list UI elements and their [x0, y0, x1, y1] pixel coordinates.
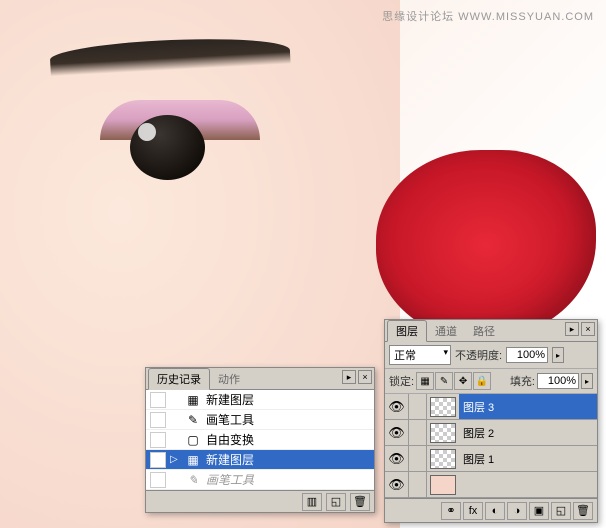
history-checkbox[interactable]	[150, 432, 166, 448]
new-layer-icon[interactable]: ◱	[551, 502, 571, 520]
link-column[interactable]	[409, 394, 427, 420]
new-snapshot-icon[interactable]: ◱	[326, 493, 346, 511]
tab-paths[interactable]: 路径	[465, 321, 503, 341]
history-label: 自由变换	[206, 431, 254, 448]
lock-all-icon[interactable]: 🔒	[473, 372, 491, 390]
layer-group-icon[interactable]: ▣	[529, 502, 549, 520]
layer-name[interactable]: 图层 2	[459, 420, 597, 445]
snapshot-icon[interactable]: ▥	[302, 493, 322, 511]
link-column[interactable]	[409, 472, 427, 498]
iris	[130, 115, 205, 180]
watermark-text: 思缘设计论坛 WWW.MISSYUAN.COM	[382, 8, 594, 24]
opacity-flyout-icon[interactable]: ▸	[552, 347, 564, 363]
layer-thumbnail[interactable]	[430, 397, 456, 417]
history-item[interactable]: ✎ 画笔工具	[146, 410, 374, 430]
fill-input[interactable]: 100%	[537, 373, 579, 389]
layers-tabs: 图层 通道 路径 ▸ ×	[385, 320, 597, 342]
history-label: 新建图层	[206, 451, 254, 468]
opacity-input[interactable]: 100%	[506, 347, 548, 363]
panel-menu-icon[interactable]: ▸	[342, 370, 356, 384]
opacity-label: 不透明度:	[455, 347, 502, 363]
new-layer-icon: ▦	[184, 452, 202, 468]
history-footer: ▥ ◱ 🗑	[146, 490, 374, 512]
layer-thumbnail[interactable]	[430, 423, 456, 443]
link-layers-icon[interactable]: ⚭	[441, 502, 461, 520]
tab-layers[interactable]: 图层	[387, 320, 427, 342]
blend-mode-dropdown[interactable]: 正常	[389, 345, 451, 365]
eye-highlight	[138, 123, 156, 141]
history-checkbox[interactable]	[150, 412, 166, 428]
visibility-eye-icon[interactable]: 👁	[385, 472, 409, 498]
history-panel: 历史记录 动作 ▸ × ▦ 新建图层 ✎ 画笔工具 ▢ 自由变换 ▷ ▦	[145, 367, 375, 513]
history-checkbox[interactable]	[150, 472, 166, 488]
fill-flyout-icon[interactable]: ▸	[581, 373, 593, 389]
lock-pixels-icon[interactable]: ✎	[435, 372, 453, 390]
lock-position-icon[interactable]: ✥	[454, 372, 472, 390]
history-checkbox[interactable]	[150, 452, 166, 468]
trash-icon[interactable]: 🗑	[573, 502, 593, 520]
history-tabs: 历史记录 动作 ▸ ×	[146, 368, 374, 390]
layer-item[interactable]: 👁 图层 3	[385, 394, 597, 420]
layer-item[interactable]: 👁 图层 2	[385, 420, 597, 446]
eye	[100, 100, 260, 170]
adjustment-layer-icon[interactable]: ◑	[507, 502, 527, 520]
lock-fill-row: 锁定: ▦ ✎ ✥ 🔒 填充: 100% ▸	[385, 369, 597, 394]
layers-panel: 图层 通道 路径 ▸ × 正常 不透明度: 100% ▸ 锁定: ▦ ✎ ✥ 🔒…	[384, 319, 598, 523]
link-column[interactable]	[409, 446, 427, 472]
history-list: ▦ 新建图层 ✎ 画笔工具 ▢ 自由变换 ▷ ▦ 新建图层 ✎ 画笔工具	[146, 390, 374, 490]
brush-icon: ✎	[184, 412, 202, 428]
visibility-eye-icon[interactable]: 👁	[385, 446, 409, 472]
panel-close-icon[interactable]: ×	[581, 322, 595, 336]
lock-buttons: ▦ ✎ ✥ 🔒	[416, 372, 491, 390]
history-item[interactable]: ▢ 自由变换	[146, 430, 374, 450]
tab-channels[interactable]: 通道	[427, 321, 465, 341]
history-item[interactable]: ✎ 画笔工具	[146, 470, 374, 490]
history-current-marker: ▷	[170, 454, 182, 465]
lock-transparency-icon[interactable]: ▦	[416, 372, 434, 390]
tab-actions[interactable]: 动作	[210, 369, 248, 389]
panel-close-icon[interactable]: ×	[358, 370, 372, 384]
visibility-eye-icon[interactable]: 👁	[385, 420, 409, 446]
layer-name[interactable]: 图层 1	[459, 446, 597, 471]
layer-thumbnail[interactable]	[430, 475, 456, 495]
layers-footer: ⚭ fx ◐ ◑ ▣ ◱ 🗑	[385, 498, 597, 522]
layer-item[interactable]: 👁 图层 1	[385, 446, 597, 472]
fill-label: 填充:	[510, 373, 535, 389]
makeup-brush	[376, 150, 596, 340]
layer-style-icon[interactable]: fx	[463, 502, 483, 520]
new-layer-icon: ▦	[184, 392, 202, 408]
brush-icon: ✎	[184, 472, 202, 488]
visibility-eye-icon[interactable]: 👁	[385, 394, 409, 420]
history-item[interactable]: ▦ 新建图层	[146, 390, 374, 410]
history-item[interactable]: ▷ ▦ 新建图层	[146, 450, 374, 470]
layers-list: 👁 图层 3 👁 图层 2 👁 图层 1 👁	[385, 394, 597, 498]
panel-menu-icon[interactable]: ▸	[565, 322, 579, 336]
trash-icon[interactable]: 🗑	[350, 493, 370, 511]
transform-icon: ▢	[184, 432, 202, 448]
layer-mask-icon[interactable]: ◐	[485, 502, 505, 520]
history-label: 画笔工具	[206, 411, 254, 428]
layer-thumbnail[interactable]	[430, 449, 456, 469]
blend-opacity-row: 正常 不透明度: 100% ▸	[385, 342, 597, 369]
lock-label: 锁定:	[389, 373, 414, 389]
link-column[interactable]	[409, 420, 427, 446]
history-label: 画笔工具	[206, 471, 254, 488]
history-checkbox[interactable]	[150, 392, 166, 408]
history-label: 新建图层	[206, 391, 254, 408]
tab-history[interactable]: 历史记录	[148, 368, 210, 390]
layer-name[interactable]	[459, 472, 597, 497]
layer-item[interactable]: 👁	[385, 472, 597, 498]
layer-name[interactable]: 图层 3	[459, 394, 597, 419]
